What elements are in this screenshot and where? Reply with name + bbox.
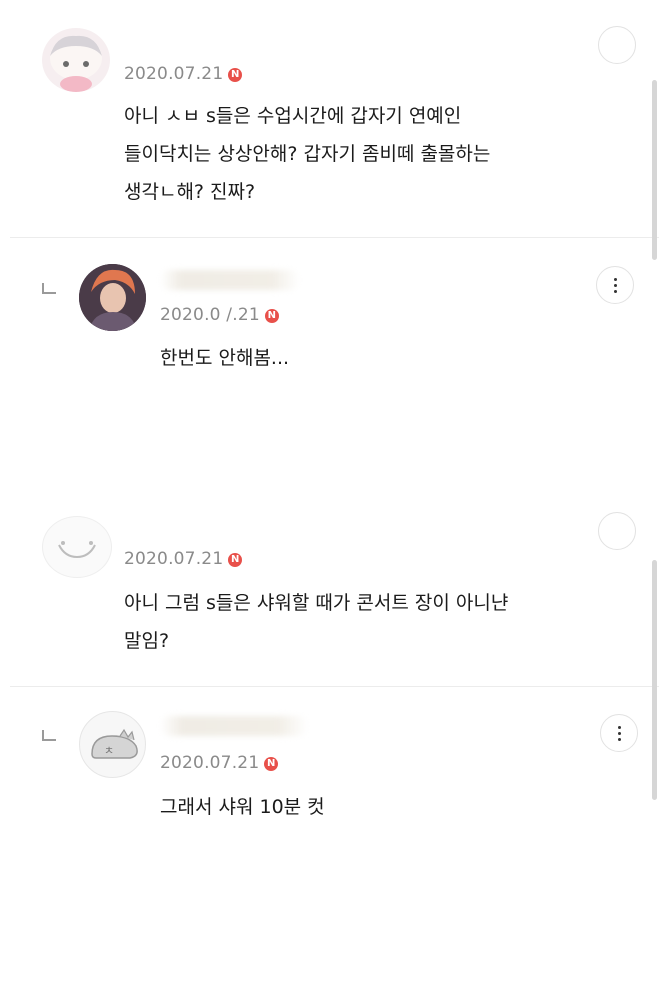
- blurred-username: [160, 716, 308, 736]
- avatar-illustration: ㅊ: [91, 728, 138, 759]
- scrollbar[interactable]: [652, 80, 657, 260]
- new-badge-icon: N: [264, 309, 279, 323]
- scrollbar[interactable]: [652, 560, 657, 800]
- new-badge-icon: N: [228, 553, 243, 567]
- comment-text: 한번도 안해봄...: [160, 347, 290, 369]
- avatar[interactable]: [79, 264, 146, 331]
- reply-arrow-icon: [42, 730, 56, 741]
- comment-date: 2020.07.21 N: [124, 64, 243, 84]
- new-badge-icon: N: [228, 68, 243, 82]
- comment-divider: [10, 686, 659, 687]
- avatar-illustration: [50, 35, 102, 92]
- comment-text: 아니 ㅅㅂ s들은 수업시간에 갑자기 연예인 들이닥치는 상상안해? 갑자기 …: [124, 105, 491, 203]
- more-vertical-icon: [617, 725, 621, 729]
- blurred-username: [160, 270, 300, 290]
- avatar[interactable]: [42, 28, 110, 92]
- comment-text: 아니 그럼 s들은 샤워할 때가 콘서트 장이 아니냔 말임?: [124, 592, 509, 652]
- avatar-photo: [79, 264, 146, 331]
- more-options-button[interactable]: [596, 266, 634, 304]
- reply-arrow-icon: [42, 283, 56, 294]
- comment-date: 2020.0 /.21 N: [160, 305, 279, 325]
- comment-divider: [10, 237, 659, 238]
- comment-text: 그래서 샤워 10분 컷: [160, 796, 325, 818]
- more-options-button[interactable]: [600, 714, 638, 752]
- avatar[interactable]: [42, 516, 112, 578]
- more-vertical-icon: [613, 277, 617, 281]
- comment-date: 2020.07.21 N: [124, 549, 243, 569]
- comment-date: 2020.07.21 N: [160, 753, 279, 773]
- avatar-glyph: ㅊ: [104, 744, 114, 757]
- avatar[interactable]: ㅊ: [79, 711, 146, 778]
- more-options-button[interactable]: [598, 26, 636, 64]
- avatar-illustration: [58, 541, 96, 559]
- new-badge-icon: N: [264, 757, 279, 771]
- more-options-button[interactable]: [598, 512, 636, 550]
